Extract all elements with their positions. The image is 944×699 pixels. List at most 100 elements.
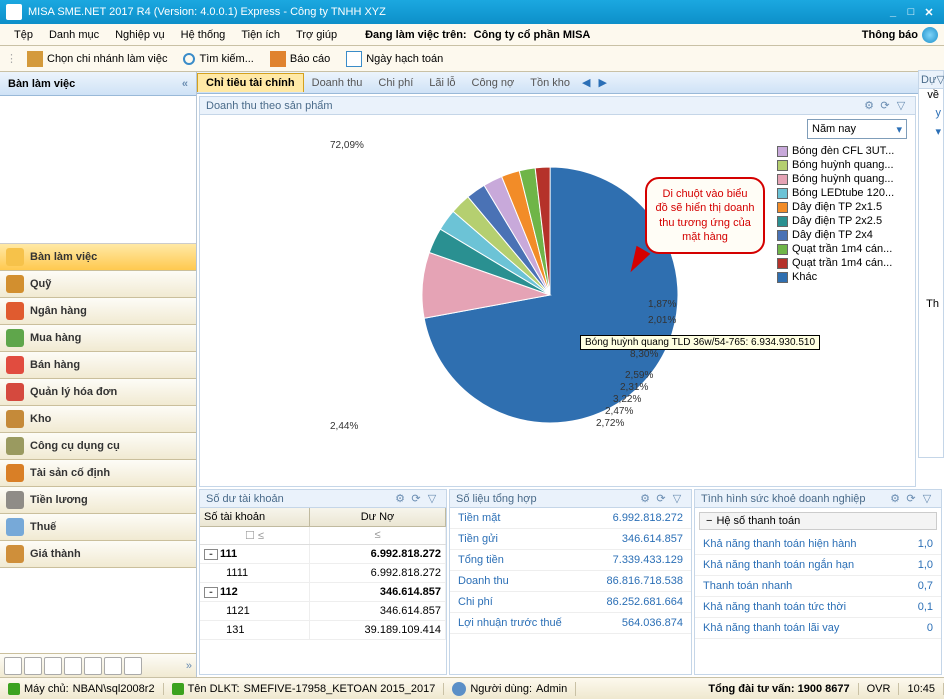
summary-row[interactable]: Lợi nhuận trước thuế564.036.874 <box>450 613 691 634</box>
nav-icon <box>6 464 24 482</box>
table-row[interactable]: 11116.992.818.272 <box>200 564 446 583</box>
health-row[interactable]: Khả năng thanh toán hiện hành1,0 <box>695 534 941 555</box>
summary-row[interactable]: Tổng tiền7.339.433.129 <box>450 550 691 571</box>
menu-utilities[interactable]: Tiện ích <box>233 27 288 43</box>
nav-icon <box>6 437 24 455</box>
mini-icon[interactable] <box>4 657 22 675</box>
window-title: MISA SME.NET 2017 R4 (Version: 4.0.0.1) … <box>28 6 884 18</box>
tab-financial[interactable]: Chỉ tiêu tài chính <box>197 73 304 92</box>
sidebar-item-5[interactable]: Quản lý hóa đơn <box>0 379 196 406</box>
summary-row[interactable]: Doanh thu86.816.718.538 <box>450 571 691 592</box>
filter-icon[interactable]: ▽ <box>669 492 685 505</box>
summary-row[interactable]: Tiền mặt6.992.818.272 <box>450 508 691 529</box>
notifications-link[interactable]: Thông báo <box>862 29 918 41</box>
legend-item[interactable]: Quạt trần 1m4 cán... <box>777 243 907 255</box>
ovr-indicator: OVR <box>859 683 900 695</box>
legend-item[interactable]: Bóng đèn CFL 3UT... <box>777 145 907 157</box>
mini-icon[interactable] <box>44 657 62 675</box>
filter-cell[interactable]: ≤ <box>310 527 446 544</box>
health-row[interactable]: Khả năng thanh toán tức thời0,1 <box>695 597 941 618</box>
toolbar-overflow-icon[interactable]: » <box>186 660 192 672</box>
period-select[interactable]: Năm nay ▾ <box>807 119 907 139</box>
gear-icon[interactable]: ⚙ <box>637 492 653 505</box>
tab-prev-icon[interactable]: ◀ <box>578 76 594 89</box>
summary-row[interactable]: Tiền gửi346.614.857 <box>450 529 691 550</box>
menu-system[interactable]: Hệ thống <box>173 27 234 43</box>
sidebar-item-0[interactable]: Bàn làm việc <box>0 244 196 271</box>
table-row[interactable]: -1116.992.818.272 <box>200 545 446 564</box>
search-button[interactable]: Tìm kiếm... <box>177 51 259 67</box>
refresh-icon[interactable]: ⟳ <box>408 492 424 505</box>
globe-icon[interactable] <box>922 27 938 43</box>
menu-operations[interactable]: Nghiệp vụ <box>107 27 173 43</box>
chevron-left-icon[interactable]: « <box>182 78 188 90</box>
menu-file[interactable]: Tệp <box>6 27 41 43</box>
gear-icon[interactable]: ⚙ <box>887 492 903 505</box>
sidebar: Bàn làm việc « Bàn làm việcQuỹNgân hàngM… <box>0 72 197 677</box>
legend-item[interactable]: Bóng huỳnh quang... <box>777 173 907 185</box>
legend-item[interactable]: Khác <box>777 271 907 283</box>
tab-profit[interactable]: Lãi lỗ <box>421 74 463 92</box>
tab-next-icon[interactable]: ▶ <box>594 76 610 89</box>
legend-item[interactable]: Bóng LEDtube 120... <box>777 187 907 199</box>
gear-icon[interactable]: ⚙ <box>861 99 877 112</box>
mini-icon[interactable] <box>84 657 102 675</box>
sidebar-item-9[interactable]: Tiền lương <box>0 487 196 514</box>
refresh-icon[interactable]: ⟳ <box>877 99 893 112</box>
filter-icon[interactable]: ▽ <box>919 492 935 505</box>
legend-item[interactable]: Quạt trần 1m4 cán... <box>777 257 907 269</box>
collapsed-side-panel[interactable]: Dự▽ về y ▾ Th <box>918 70 944 458</box>
col-account[interactable]: Số tài khoản <box>200 508 310 526</box>
menu-catalog[interactable]: Danh mục <box>41 27 107 43</box>
nav-icon <box>6 275 24 293</box>
menu-help[interactable]: Trợ giúp <box>288 27 345 43</box>
tab-revenue[interactable]: Doanh thu <box>304 74 371 92</box>
summary-row[interactable]: Chi phí86.252.681.664 <box>450 592 691 613</box>
summary-panel: Số liệu tổng hợp ⚙⟳▽ Tiền mặt6.992.818.2… <box>449 489 692 675</box>
mini-icon[interactable] <box>24 657 42 675</box>
mini-icon[interactable] <box>104 657 122 675</box>
health-row[interactable]: Khả năng thanh toán ngắn hạn1,0 <box>695 555 941 576</box>
health-group[interactable]: − Hệ số thanh toán <box>699 512 937 530</box>
sidebar-item-7[interactable]: Công cụ dụng cụ <box>0 433 196 460</box>
table-row[interactable]: 13139.189.109.414 <box>200 621 446 640</box>
sidebar-item-1[interactable]: Quỹ <box>0 271 196 298</box>
mini-icon[interactable] <box>64 657 82 675</box>
sidebar-item-6[interactable]: Kho <box>0 406 196 433</box>
health-row[interactable]: Khả năng thanh toán lãi vay0 <box>695 618 941 639</box>
legend-item[interactable]: Dây điện TP 2x1.5 <box>777 201 907 213</box>
sidebar-item-10[interactable]: Thuế <box>0 514 196 541</box>
nav-icon <box>6 302 24 320</box>
filter-cell[interactable]: ☐ ≤ <box>200 527 310 544</box>
refresh-icon[interactable]: ⟳ <box>903 492 919 505</box>
filter-icon[interactable]: ▽ <box>424 492 440 505</box>
health-row[interactable]: Thanh toán nhanh0,7 <box>695 576 941 597</box>
toolbar-grip: ⋮ <box>6 52 17 65</box>
legend-item[interactable]: Dây điện TP 2x2.5 <box>777 215 907 227</box>
mini-icon[interactable] <box>124 657 142 675</box>
col-debit[interactable]: Dư Nợ <box>310 508 446 526</box>
legend-item[interactable]: Dây điện TP 2x4 <box>777 229 907 241</box>
accounting-date-button[interactable]: Ngày hạch toán <box>340 49 449 69</box>
maximize-button[interactable]: □ <box>902 6 920 18</box>
sidebar-item-3[interactable]: Mua hàng <box>0 325 196 352</box>
table-row[interactable]: 1121346.614.857 <box>200 602 446 621</box>
minimize-button[interactable]: _ <box>884 6 902 18</box>
close-button[interactable]: ✕ <box>920 6 938 19</box>
gear-icon[interactable]: ⚙ <box>392 492 408 505</box>
tab-expense[interactable]: Chi phí <box>370 74 421 92</box>
branch-select-button[interactable]: Chọn chi nhánh làm việc <box>21 49 173 69</box>
hotline: Tổng đài tư vấn: 1900 8677 <box>700 683 858 695</box>
sidebar-item-11[interactable]: Giá thành <box>0 541 196 568</box>
tab-inventory[interactable]: Tồn kho <box>522 74 578 92</box>
filter-icon[interactable]: ▽ <box>936 73 944 86</box>
sidebar-item-2[interactable]: Ngân hàng <box>0 298 196 325</box>
filter-icon[interactable]: ▽ <box>893 99 909 112</box>
sidebar-item-8[interactable]: Tài sản cố định <box>0 460 196 487</box>
tab-debt[interactable]: Công nợ <box>464 74 523 92</box>
table-row[interactable]: -112346.614.857 <box>200 583 446 602</box>
sidebar-item-4[interactable]: Bán hàng <box>0 352 196 379</box>
refresh-icon[interactable]: ⟳ <box>653 492 669 505</box>
report-button[interactable]: Báo cáo <box>264 49 336 69</box>
legend-item[interactable]: Bóng huỳnh quang... <box>777 159 907 171</box>
